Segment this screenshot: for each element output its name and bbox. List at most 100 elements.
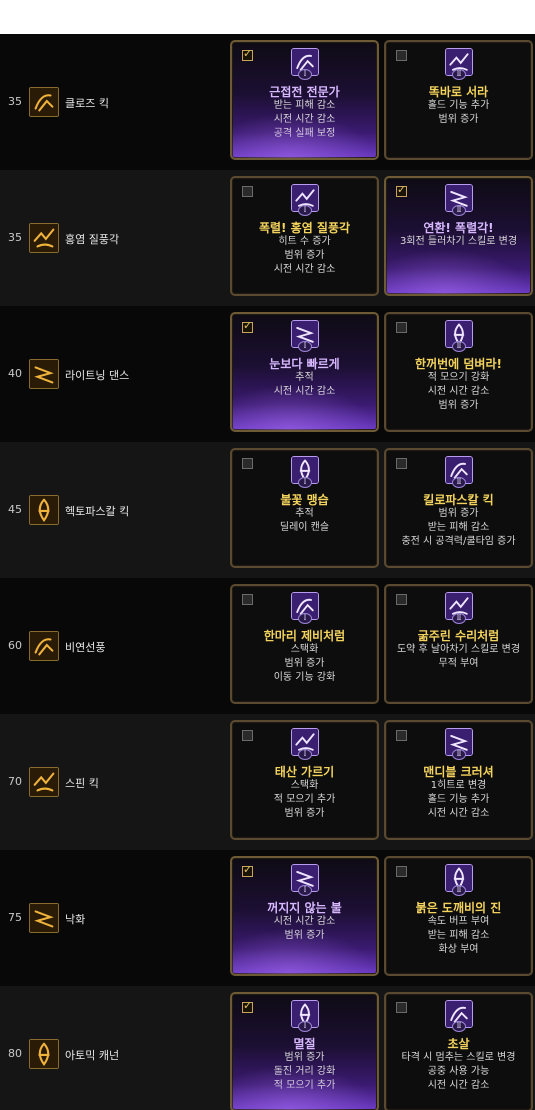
modifier-effect-line: 받는 피해 감소	[427, 930, 490, 941]
modifier-card-2[interactable]: Ⅱ 맨디블 크러셔 1히트로 변경 홀드 기능 추가 시전 시간 감소	[384, 720, 533, 840]
skill-row: 75 낙화 Ⅰ 꺼지지 않는 불시전 시간 감소범위 증가 Ⅱ 붉은 도깨비의 진속도 버…	[0, 850, 535, 986]
modifier-title: 굶주린 수리처럼	[417, 629, 500, 643]
modifier-title: 불꽃 맹습	[280, 493, 329, 507]
skill-level: 35	[8, 231, 22, 244]
roman-numeral-badge: Ⅱ	[452, 69, 466, 80]
modifier-card-1[interactable]: Ⅰ 폭렬! 홍염 질풍각 히트 수 증가 범위 증가 시전 시간 감소	[230, 176, 379, 296]
modifier-effect-line: 딜레이 캔슬	[279, 522, 330, 533]
modifier-effect-line: 받는 피해 감소	[273, 100, 336, 111]
skill-row: 35홍염 질풍각Ⅰ폭렬! 홍염 질풍각히트 수 증가범위 증가시전 시간 감소Ⅱ…	[0, 170, 535, 306]
roman-numeral-badge: Ⅱ	[452, 477, 466, 488]
modifier-effect-line: 적 모으기 추가	[273, 1080, 336, 1091]
modifier-effect-line: 범위 증가	[438, 508, 479, 519]
unchecked-checkbox[interactable]	[242, 730, 253, 741]
unchecked-checkbox[interactable]	[396, 1002, 407, 1013]
modifier-effect-line: 스택화	[290, 780, 319, 791]
modifier-effect-line: 화상 부여	[438, 944, 479, 955]
lightning-icon	[29, 359, 59, 389]
modifier-effect-line: 돌진 거리 강화	[273, 1066, 336, 1077]
modifier-title: 태산 가르기	[274, 765, 335, 779]
checked-checkbox[interactable]	[242, 999, 253, 1013]
unchecked-checkbox[interactable]	[396, 50, 407, 61]
modifier-card-2[interactable]: Ⅱ 굶주린 수리처럼 도약 후 날아차기 스킬로 변경 무적 부여	[384, 584, 533, 704]
unchecked-checkbox[interactable]	[396, 730, 407, 741]
modifier-effect-line: 추적	[295, 508, 314, 519]
modifier-card-2[interactable]: Ⅱ 초살 타격 시 멈추는 스킬로 변경 공중 사용 가능 시전 시간 감소	[384, 992, 533, 1110]
tornado-kick-icon	[29, 495, 59, 525]
modifier-effects: 범위 증가 받는 피해 감소 충전 시 공격력/쿨타임 증가	[386, 507, 531, 549]
skill-name: 헥토파스칼 킥	[65, 505, 130, 518]
modifier-title: 폭렬! 홍염 질풍각	[258, 221, 351, 235]
skill-level: 75	[8, 911, 22, 924]
modifier-effect-line: 받는 피해 감소	[427, 522, 490, 533]
skill-level: 40	[8, 367, 22, 380]
modifier-card-2[interactable]: Ⅱ 똑바로 서라 홀드 기능 추가 범위 증가	[384, 40, 533, 160]
modifier-effect-line: 시전 시간 감소	[273, 114, 336, 125]
kick-icon	[29, 87, 59, 117]
modifier-effect-line: 시전 시간 감소	[273, 916, 336, 927]
modifier-effect-line: 시전 시간 감소	[427, 808, 490, 819]
unchecked-checkbox[interactable]	[396, 458, 407, 469]
roman-numeral-badge: Ⅰ	[298, 69, 312, 80]
checked-checkbox[interactable]	[242, 47, 253, 61]
unchecked-checkbox[interactable]	[242, 186, 253, 197]
modifier-effect-line: 범위 증가	[284, 808, 325, 819]
modifier-effects: 홀드 기능 추가 범위 증가	[386, 99, 531, 127]
unchecked-checkbox[interactable]	[396, 866, 407, 877]
modifier-effects: 적 모으기 강화 시전 시간 감소 범위 증가	[386, 371, 531, 413]
modifier-effect-line: 3회전 들러차기 스킬로 변경	[399, 236, 518, 247]
modifier-card-1[interactable]: Ⅰ 눈보다 빠르게추적시전 시간 감소	[230, 312, 379, 432]
modifier-effect-line: 도약 후 날아차기 스킬로 변경	[396, 644, 521, 655]
modifier-card-2[interactable]: Ⅱ 한꺼번에 덤벼라! 적 모으기 강화 시전 시간 감소 범위 증가	[384, 312, 533, 432]
modifier-card-1[interactable]: Ⅰ 꺼지지 않는 불시전 시간 감소범위 증가	[230, 856, 379, 976]
modifier-card-1[interactable]: Ⅰ 근접전 전문가받는 피해 감소시전 시간 감소공격 실패 보정	[230, 40, 379, 160]
modifier-effect-line: 적 모으기 추가	[273, 794, 336, 805]
modifier-card-1[interactable]: Ⅰ 멸절범위 증가돌진 거리 강화적 모으기 추가	[230, 992, 379, 1110]
modifier-effect-line: 속도 버프 부여	[427, 916, 490, 927]
modifier-title: 멸절	[293, 1037, 316, 1051]
modifier-card-2[interactable]: Ⅱ 연환! 폭렬각!3회전 들러차기 스킬로 변경	[384, 176, 533, 296]
modifier-card-1[interactable]: Ⅰ 한마리 제비처럼 스택화 범위 증가 이동 기능 강화	[230, 584, 379, 704]
roman-numeral-badge: Ⅰ	[298, 885, 312, 896]
modifier-effects: 히트 수 증가 범위 증가 시전 시간 감소	[232, 235, 377, 277]
modifier-title: 연환! 폭렬각!	[423, 221, 494, 235]
flame-kick-icon	[29, 223, 59, 253]
skill-row: 35클로즈 킥Ⅰ근접전 전문가받는 피해 감소시전 시간 감소공격 실패 보정Ⅱ…	[0, 34, 535, 170]
modifier-effect-line: 홀드 기능 추가	[427, 100, 490, 111]
unchecked-checkbox[interactable]	[396, 322, 407, 333]
skill-modifier-panel: 35클로즈 킥Ⅰ근접전 전문가받는 피해 감소시전 시간 감소공격 실패 보정Ⅱ…	[0, 34, 535, 1110]
skill-name: 스핀 킥	[65, 777, 99, 790]
checked-checkbox[interactable]	[242, 319, 253, 333]
skill-name: 아토믹 캐넌	[65, 1049, 120, 1062]
skill-row: 45 헥토파스칼 킥 Ⅰ 불꽃 맹습 추적 딜레이 캔슬 Ⅱ 킬로파스칼 킥 범위 증가 받는 피…	[0, 442, 535, 578]
modifier-title: 한마리 제비처럼	[263, 629, 346, 643]
checked-checkbox[interactable]	[396, 183, 407, 197]
modifier-effects: 추적 시전 시간 감소	[232, 371, 377, 399]
modifier-card-2[interactable]: Ⅱ 붉은 도깨비의 진 속도 버프 부여 받는 피해 감소 화상 부여	[384, 856, 533, 976]
modifier-card-1[interactable]: Ⅰ 태산 가르기 스택화적 모으기 추가범위 증가	[230, 720, 379, 840]
roman-numeral-badge: Ⅰ	[298, 613, 312, 624]
modifier-effect-line: 범위 증가	[284, 1052, 325, 1063]
top-blank-bar	[0, 0, 535, 34]
unchecked-checkbox[interactable]	[396, 594, 407, 605]
modifier-effects: 시전 시간 감소 범위 증가	[232, 915, 377, 943]
modifier-effects: 1히트로 변경 홀드 기능 추가 시전 시간 감소	[386, 779, 531, 821]
skill-name: 클로즈 킥	[65, 97, 109, 110]
modifier-title: 킬로파스칼 킥	[423, 493, 494, 507]
skill-row: 70 스핀 킥 Ⅰ 태산 가르기 스택화 적 모으기 추가 범위 증가 Ⅱ 맨디블 크러셔 1히트…	[0, 714, 535, 850]
modifier-title: 한꺼번에 덤벼라!	[415, 357, 502, 371]
modifier-effect-line: 시전 시간 감소	[427, 1080, 490, 1091]
unchecked-checkbox[interactable]	[242, 458, 253, 469]
modifier-card-1[interactable]: Ⅰ 불꽃 맹습 추적 딜레이 캔슬	[230, 448, 379, 568]
modifier-effect-line: 시전 시간 감소	[273, 264, 336, 275]
modifier-title: 꺼지지 않는 불	[267, 901, 342, 915]
modifier-effect-line: 무적 부여	[438, 658, 479, 669]
roman-numeral-badge: Ⅰ	[298, 749, 312, 760]
checked-checkbox[interactable]	[242, 863, 253, 877]
modifier-card-2[interactable]: Ⅱ 킬로파스칼 킥 범위 증가 받는 피해 감소 충전 시 공격력/쿨타임 증가	[384, 448, 533, 568]
modifier-effects: 범위 증가돌진 거리 강화적 모으기 추가	[232, 1051, 377, 1093]
modifier-title: 맨디블 크러셔	[423, 765, 494, 779]
modifier-effects: 스택화 범위 증가 이동 기능 강화	[232, 643, 377, 685]
roman-numeral-badge: Ⅱ	[452, 1021, 466, 1032]
unchecked-checkbox[interactable]	[242, 594, 253, 605]
